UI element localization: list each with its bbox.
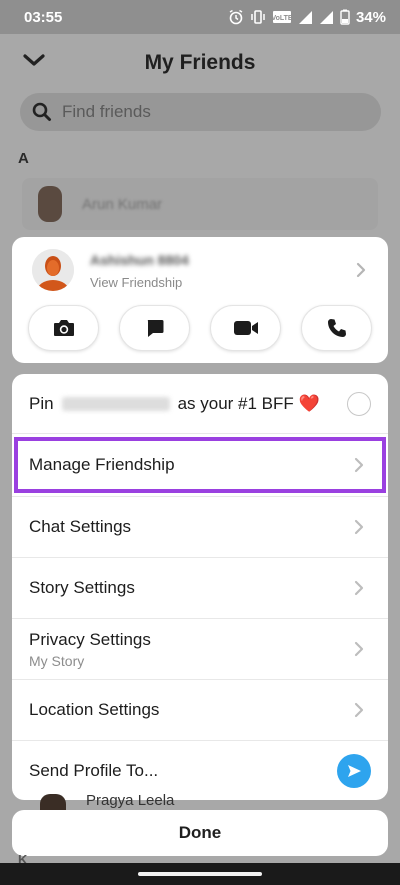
friend-name: Pragya Leela [86, 792, 175, 809]
page-title: My Friends [144, 51, 256, 74]
profile-card[interactable]: Ashishun 8804 View Friendship [12, 237, 388, 363]
done-button[interactable]: Done [12, 810, 388, 856]
pin-radio-button[interactable] [347, 391, 371, 416]
search-placeholder: Find friends [62, 102, 151, 121]
search-bar[interactable]: Find friends [20, 93, 381, 131]
chevron-right-icon [354, 519, 364, 535]
app-screen: 03:55 VoLTE 34% My Friends Find friends … [0, 0, 400, 885]
menu-item-label: Privacy Settings [29, 629, 151, 649]
chevron-right-icon [354, 457, 364, 473]
volte-icon: VoLTE [272, 11, 292, 23]
chat-button[interactable] [119, 305, 190, 351]
video-call-button[interactable] [210, 305, 281, 351]
menu-item-label: Manage Friendship [29, 455, 175, 474]
menu-item-label: Chat Settings [29, 517, 132, 536]
menu-item-sublabel: My Story [29, 652, 85, 669]
friend-name: Arun Kumar [82, 195, 163, 213]
battery-icon [340, 9, 350, 25]
blurred-name [61, 397, 170, 412]
search-icon [32, 102, 51, 121]
phone-button[interactable] [301, 305, 372, 351]
manage-friendship-item[interactable]: Manage Friendship [12, 434, 388, 497]
pin-bff-item[interactable]: Pin as your #1 BFF ❤️ [12, 374, 388, 434]
vibrate-icon [251, 10, 265, 24]
profile-name: Ashishun 8804 [90, 252, 189, 268]
send-profile-item[interactable]: Send Profile To... [12, 741, 388, 800]
avatar [32, 249, 74, 291]
pin-prefix: Pin [29, 393, 54, 413]
status-bar: 03:55 VoLTE 34% [0, 0, 400, 34]
menu-item-label: Story Settings [29, 578, 135, 597]
friend-options-menu: Pin as your #1 BFF ❤️ Manage Friendship C… [12, 374, 388, 800]
system-nav-bar [0, 863, 400, 885]
chevron-right-icon [354, 641, 364, 657]
avatar [38, 186, 62, 222]
chat-icon [147, 320, 163, 337]
alarm-icon [229, 9, 243, 25]
story-settings-item[interactable]: Story Settings [12, 558, 388, 619]
pin-suffix: as your #1 BFF ❤️ [177, 393, 320, 413]
profile-actions [28, 305, 372, 351]
view-friendship-link[interactable]: View Friendship [90, 275, 182, 290]
bitmoji-icon [32, 249, 74, 291]
menu-item-label: Send Profile To... [29, 760, 159, 780]
chevron-down-icon[interactable] [22, 52, 46, 68]
chevron-right-icon [354, 580, 364, 596]
menu-item-text: Privacy Settings My Story [29, 630, 151, 669]
home-indicator[interactable] [138, 872, 262, 876]
page-header: My Friends [0, 34, 400, 92]
camera-icon [53, 320, 74, 336]
battery-level: 34% [355, 8, 386, 26]
chevron-right-icon[interactable] [356, 262, 366, 278]
signal-icon [298, 10, 312, 24]
chat-settings-item[interactable]: Chat Settings [12, 497, 388, 558]
status-icons: VoLTE 34% [228, 9, 386, 26]
friend-row[interactable]: Arun Kumar [22, 178, 378, 230]
status-time: 03:55 [24, 8, 63, 26]
signal-icon [319, 10, 333, 24]
section-letter: A [18, 150, 29, 167]
send-arrow-icon [348, 764, 361, 777]
svg-text:VoLTE: VoLTE [272, 15, 292, 22]
pin-label: Pin as your #1 BFF ❤️ [29, 394, 320, 414]
send-button[interactable] [337, 753, 371, 788]
camera-button[interactable] [28, 305, 99, 351]
menu-item-label: Location Settings [29, 700, 160, 719]
video-call-icon [233, 321, 258, 335]
chevron-right-icon [354, 702, 364, 718]
privacy-settings-item[interactable]: Privacy Settings My Story [12, 619, 388, 680]
phone-icon [327, 319, 346, 337]
location-settings-item[interactable]: Location Settings [12, 680, 388, 741]
